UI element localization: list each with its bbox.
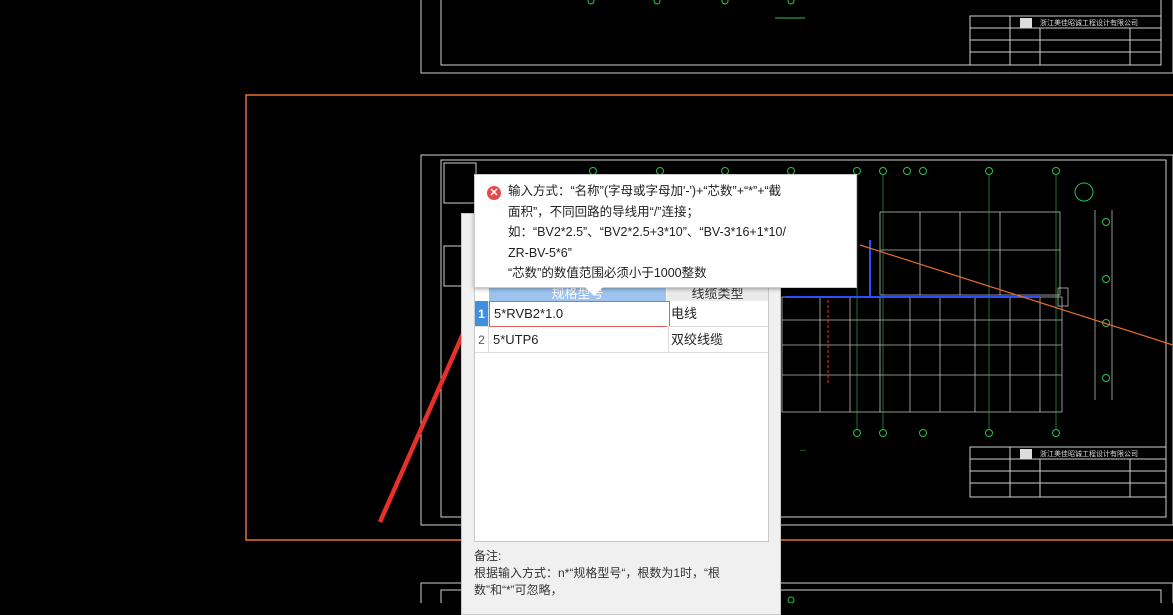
- spec-cell[interactable]: 5*UTP6: [489, 327, 669, 353]
- note-title: 备注:: [474, 549, 502, 563]
- note-section: 备注: 根据输入方式：n*“规格型号“，根数为1时，“根 数”和“*”可忽略，: [474, 548, 769, 599]
- error-icon: ✕: [487, 186, 501, 200]
- note-line: 根据输入方式：n*“规格型号“，根数为1时，“根: [474, 566, 721, 580]
- middle-titleblock-company: 浙江美佳昭诚工程设计有限公司: [1040, 449, 1138, 458]
- spec-cell[interactable]: 5*RVB2*1.0: [489, 301, 670, 327]
- tooltip-message: 输入方式：“名称”(字母或字母加'-')+“芯数”+“*”+“截 面积”，不同回…: [508, 181, 848, 284]
- row-number[interactable]: 1: [475, 301, 489, 327]
- tooltip-line: “芯数”的数值范围必须小于1000整数: [508, 266, 707, 280]
- table-row[interactable]: 2 5*UTP6 双绞线缆: [475, 327, 768, 353]
- row-number[interactable]: 2: [475, 327, 489, 353]
- tooltip-arrow: [585, 287, 603, 296]
- note-line: 数”和“*”可忽略，: [474, 583, 563, 597]
- tooltip-line: 输入方式：“名称”(字母或字母加'-')+“芯数”+“*”+“截: [508, 184, 782, 198]
- spec-grid: 规格型号 线缆类型 1 5*RVB2*1.0 电线 2 5*UTP6 双绞线缆: [474, 284, 769, 542]
- svg-text:—: —: [800, 448, 806, 454]
- validation-tooltip: ✕ 输入方式：“名称”(字母或字母加'-')+“芯数”+“*”+“截 面积”，不…: [474, 174, 857, 296]
- tooltip-line: ZR-BV-5*6”: [508, 245, 572, 260]
- tooltip-line: 如：“BV2*2.5”、“BV2*2.5+3*10”、“BV-3*16+1*10…: [508, 225, 786, 239]
- table-row[interactable]: 1 5*RVB2*1.0 电线: [475, 301, 768, 327]
- type-cell[interactable]: 电线: [667, 301, 768, 327]
- type-cell[interactable]: 双绞线缆: [667, 327, 768, 353]
- tooltip-line: 面积”，不同回路的导线用“/”连接；: [508, 204, 699, 219]
- top-drawing-sheet: [420, 0, 1173, 74]
- top-titleblock-company: 浙江美佳昭诚工程设计有限公司: [1040, 18, 1138, 27]
